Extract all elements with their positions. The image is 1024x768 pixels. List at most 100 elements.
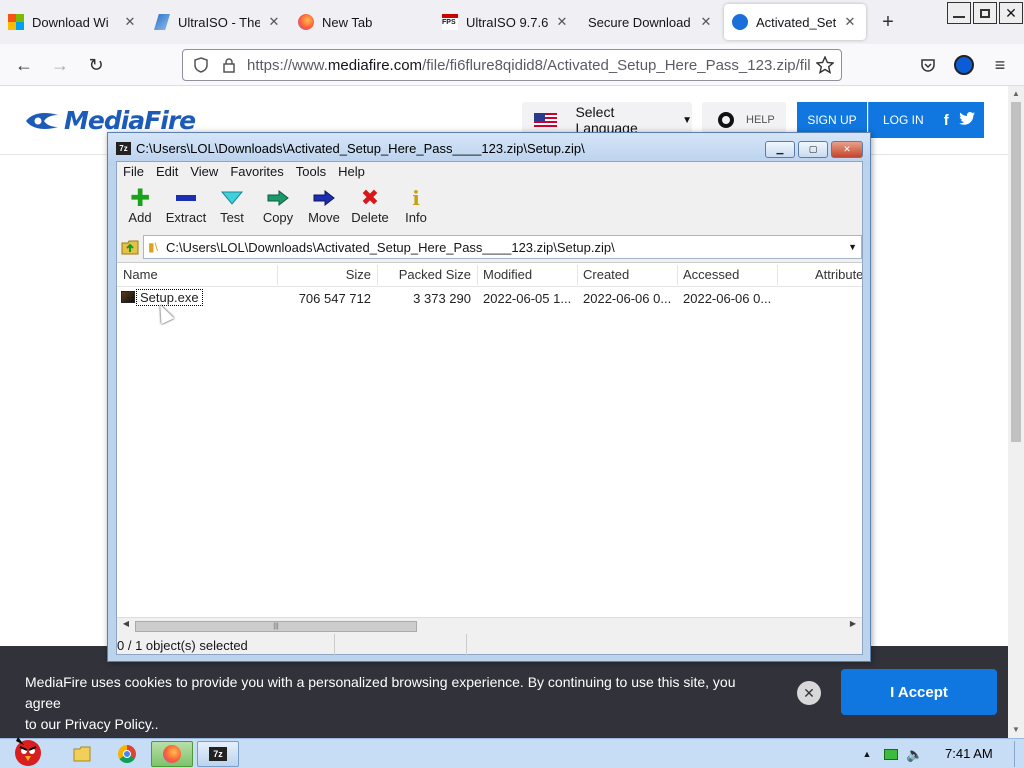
close-tab-icon[interactable]: ✕	[698, 14, 714, 30]
twitter-icon[interactable]	[958, 111, 975, 129]
mediafire-flame-icon	[26, 112, 58, 129]
folder-up-icon[interactable]	[117, 235, 143, 259]
file-modified: 2022-06-05 1...	[483, 291, 572, 306]
bookmark-star-icon[interactable]	[815, 56, 835, 74]
status-panel-empty	[337, 634, 467, 656]
horizontal-scroll-thumb[interactable]: |||	[135, 621, 417, 632]
volume-icon[interactable]: 🔈	[904, 741, 926, 767]
window-controls: ✕	[946, 0, 1024, 26]
taskbar-clock[interactable]: 7:41 AM	[945, 746, 993, 761]
browser-tab-3[interactable]: New Tab	[290, 4, 434, 40]
scroll-left-icon[interactable]: ◀	[119, 619, 133, 628]
column-accessed[interactable]: Accessed	[683, 267, 739, 282]
chrome-icon[interactable]	[114, 741, 140, 767]
add-icon: ✚	[129, 184, 151, 212]
column-size[interactable]: Size	[277, 267, 371, 282]
scroll-up-icon[interactable]: ▲	[1008, 86, 1024, 102]
move-icon	[301, 186, 347, 210]
windows-icon	[8, 14, 24, 30]
menu-view[interactable]: View	[184, 162, 224, 182]
close-tab-icon[interactable]: ✕	[842, 14, 858, 30]
7zip-taskbar-icon: 7z	[209, 747, 227, 761]
forward-icon[interactable]: →	[48, 53, 72, 77]
new-tab-button[interactable]: +	[876, 10, 900, 34]
7zip-window-title: C:\Users\LOL\Downloads\Activated_Setup_H…	[136, 141, 585, 156]
copy-icon	[255, 186, 301, 210]
menu-favorites[interactable]: Favorites	[224, 162, 289, 182]
close-window-icon[interactable]: ✕	[999, 2, 1023, 24]
path-dropdown-icon[interactable]: ▼	[848, 242, 857, 252]
menu-hamburger-icon[interactable]: ≡	[988, 53, 1012, 77]
shield-icon[interactable]	[191, 57, 211, 73]
archive-folder-icon: ▮\	[148, 240, 158, 254]
show-desktop-button[interactable]	[1014, 741, 1022, 767]
7zip-window: 7z C:\Users\LOL\Downloads\Activated_Setu…	[107, 132, 871, 662]
browser-tab-6-active[interactable]: Activated_Setu ✕	[724, 4, 866, 40]
browser-tab-4[interactable]: FPS UltraISO 9.7.6.3 ✕	[434, 4, 578, 40]
file-list-horizontal-scrollbar[interactable]: ◀ ||| ▶	[117, 617, 862, 632]
tray-expand-icon[interactable]: ▲	[860, 741, 874, 767]
facebook-icon[interactable]: f	[944, 112, 949, 129]
cookie-close-button[interactable]: ✕	[797, 681, 821, 705]
us-flag-icon	[534, 113, 558, 127]
fps-icon: FPS	[442, 14, 458, 30]
menu-edit[interactable]: Edit	[150, 162, 184, 182]
cookie-accept-button[interactable]: I Accept	[841, 669, 997, 715]
reload-icon[interactable]: ↻	[84, 53, 108, 77]
back-icon[interactable]: ←	[12, 53, 36, 77]
close-tab-icon[interactable]: ✕	[266, 14, 282, 30]
7zip-path-input[interactable]: ▮\ C:\Users\LOL\Downloads\Activated_Setu…	[143, 235, 862, 259]
pocket-icon[interactable]	[916, 53, 940, 77]
file-size: 706 547 712	[298, 291, 371, 306]
browser-tab-2[interactable]: UltraISO - The ✕	[146, 4, 290, 40]
lock-icon[interactable]	[219, 57, 239, 73]
firefox-taskbar-button[interactable]	[151, 741, 193, 767]
login-button[interactable]: LOG IN f	[868, 102, 984, 138]
column-attributes[interactable]: Attribute	[815, 267, 862, 282]
column-created[interactable]: Created	[583, 267, 629, 282]
info-button[interactable]: i Info	[393, 182, 439, 232]
extract-icon	[163, 186, 209, 210]
extract-button[interactable]: Extract	[163, 182, 209, 232]
file-name[interactable]: Setup.exe	[136, 289, 203, 306]
restore-icon[interactable]	[973, 2, 997, 24]
explorer-icon[interactable]	[70, 741, 94, 767]
network-icon[interactable]	[882, 741, 900, 767]
scroll-right-icon[interactable]: ▶	[846, 619, 860, 628]
browser-tab-1[interactable]: Download Wi ✕	[0, 4, 146, 40]
column-packed-size[interactable]: Packed Size	[377, 267, 471, 282]
test-icon	[209, 186, 255, 210]
7zip-minimize-icon[interactable]: ▁	[765, 141, 795, 158]
7zip-status-bar: 0 / 1 object(s) selected	[117, 634, 862, 656]
move-button[interactable]: Move	[301, 182, 347, 232]
minimize-icon[interactable]	[947, 2, 971, 24]
page-vertical-scrollbar[interactable]: ▲ ▼	[1008, 86, 1024, 738]
column-name[interactable]: Name	[123, 267, 158, 282]
scroll-down-icon[interactable]: ▼	[1008, 722, 1024, 738]
browser-nav-bar: ← → ↻ https://www.mediafire.com/file/fi6…	[0, 44, 1024, 86]
start-button[interactable]	[2, 733, 50, 767]
column-modified[interactable]: Modified	[483, 267, 532, 282]
test-button[interactable]: Test	[209, 182, 255, 232]
url-bar[interactable]: https://www.mediafire.com/file/fi6flure8…	[182, 49, 842, 81]
cookie-message: MediaFire uses cookies to provide you wi…	[25, 674, 736, 732]
menu-help[interactable]: Help	[332, 162, 371, 182]
menu-file[interactable]: File	[117, 162, 150, 182]
delete-button[interactable]: ✖ Delete	[347, 182, 393, 232]
mediafire-logo[interactable]: MediaFire	[24, 106, 196, 135]
copy-button[interactable]: Copy	[255, 182, 301, 232]
7zip-maximize-icon[interactable]: ▢	[798, 141, 828, 158]
menu-tools[interactable]: Tools	[290, 162, 332, 182]
browser-tab-5[interactable]: Secure Download ✕	[578, 4, 722, 40]
add-button[interactable]: ✚ Add	[117, 182, 163, 232]
file-accessed: 2022-06-06 0...	[683, 291, 772, 306]
close-tab-icon[interactable]: ✕	[554, 14, 570, 30]
table-row[interactable]: Setup.exe 706 547 712 3 373 290 2022-06-…	[117, 287, 862, 309]
close-tab-icon[interactable]: ✕	[122, 14, 138, 30]
7zip-taskbar-button[interactable]: 7z	[197, 741, 239, 767]
7zip-close-icon[interactable]: ✕	[831, 141, 863, 158]
7zip-app-icon: 7z	[116, 142, 131, 155]
account-icon[interactable]	[952, 53, 976, 77]
7zip-toolbar: ✚ Add Extract Test Copy Move ✖ Delete i …	[117, 182, 862, 232]
scroll-thumb[interactable]	[1011, 102, 1021, 442]
